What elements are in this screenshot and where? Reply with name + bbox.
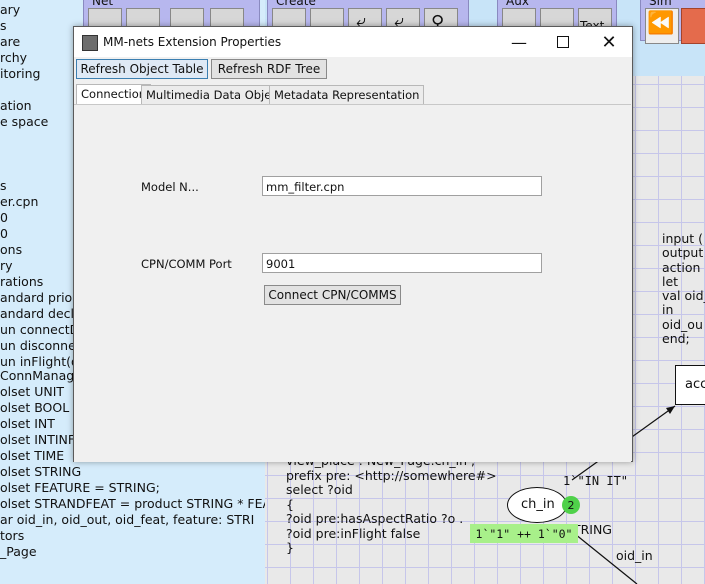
index-line[interactable]: olset BOOL xyxy=(0,400,69,416)
maximize-icon xyxy=(557,36,569,48)
index-line[interactable]: s xyxy=(0,18,7,34)
port-field[interactable]: 9001 xyxy=(262,253,542,273)
arc-label-out: oid_in xyxy=(616,548,653,563)
connect-button[interactable]: Connect CPN/COMMS xyxy=(264,285,401,305)
index-line[interactable]: olset STRING xyxy=(0,464,81,480)
token-count: 2 xyxy=(567,498,575,512)
model-field[interactable]: mm_filter.cpn xyxy=(262,176,542,196)
index-line[interactable]: ation xyxy=(0,98,32,114)
index-line[interactable]: un disconne xyxy=(0,338,76,354)
sim-palette: Sim ⏪ xyxy=(640,0,705,44)
index-line[interactable]: olset UNIT xyxy=(0,384,64,400)
index-line[interactable]: andard decla xyxy=(0,306,82,322)
index-line[interactable]: andard priori xyxy=(0,290,81,306)
refresh-object-table-button[interactable]: Refresh Object Table xyxy=(76,59,208,79)
index-line[interactable]: rations xyxy=(0,274,43,290)
token-count-badge: 2 xyxy=(562,496,580,514)
index-line[interactable]: e space xyxy=(0,114,48,130)
tool-stop[interactable] xyxy=(681,8,705,44)
port-label: CPN/COMM Port xyxy=(141,257,232,271)
properties-dialog: MM-nets Extension Properties — ✕ Refresh… xyxy=(73,26,633,462)
index-line[interactable]: ConnManage xyxy=(0,368,82,384)
aux-palette-title: Aux xyxy=(506,0,529,8)
index-line[interactable]: ons xyxy=(0,242,22,258)
place-ch-in[interactable]: ch_in xyxy=(507,487,567,523)
arrowhead xyxy=(666,406,675,414)
index-line[interactable]: tors xyxy=(0,528,24,544)
minimize-icon: — xyxy=(511,32,527,52)
index-line[interactable]: un connectD xyxy=(0,322,79,338)
index-line[interactable]: _Page xyxy=(0,544,37,560)
app-icon xyxy=(82,35,98,51)
arc-label-in: 1`"IN IT" xyxy=(563,474,629,488)
maximize-button[interactable] xyxy=(540,27,586,57)
index-line[interactable]: 0 xyxy=(0,210,8,226)
index-line[interactable]: itoring xyxy=(0,66,41,82)
index-line[interactable]: olset STRANDFEAT = product STRING * FEA xyxy=(0,496,265,512)
index-line[interactable]: ary xyxy=(0,2,20,18)
index-line[interactable]: olset TIME xyxy=(0,448,64,464)
index-line[interactable]: s xyxy=(0,178,7,194)
rewind-icon: ⏪ xyxy=(647,11,675,36)
index-line[interactable]: olset INT xyxy=(0,416,55,432)
index-line[interactable]: ar oid_in, oid_out, oid_feat, feature: S… xyxy=(0,512,254,528)
index-line[interactable]: ry xyxy=(0,258,13,274)
create-palette-title: Create xyxy=(276,0,316,8)
index-line[interactable]: olset INTINF xyxy=(0,432,75,448)
connection-panel: Model N... mm_filter.cpn CPN/COMM Port 9… xyxy=(74,104,631,462)
close-button[interactable]: ✕ xyxy=(586,27,632,57)
sim-palette-title: Sim xyxy=(649,0,672,8)
index-line[interactable]: olset FEATURE = STRING; xyxy=(0,480,160,496)
minimize-button[interactable]: — xyxy=(496,27,542,57)
marking-box: 1`"1" ++ 1`"0" xyxy=(470,524,578,543)
tab-connection[interactable]: Connection xyxy=(76,84,152,104)
place-name: ch_in xyxy=(521,497,555,512)
dialog-titlebar[interactable]: MM-nets Extension Properties — ✕ xyxy=(74,27,632,57)
index-line[interactable]: er.cpn xyxy=(0,194,38,210)
model-label: Model N... xyxy=(141,180,199,194)
close-icon: ✕ xyxy=(601,31,617,53)
tab-metadata-representation[interactable]: Metadata Representation xyxy=(269,85,425,104)
index-line[interactable]: 0 xyxy=(0,226,8,242)
tool-rewind[interactable]: ⏪ xyxy=(645,8,679,44)
marking-text: 1`"1" ++ 1`"0" xyxy=(475,526,573,541)
net-palette-title: Net xyxy=(92,0,114,8)
index-line[interactable]: are xyxy=(0,34,20,50)
dialog-title: MM-nets Extension Properties xyxy=(103,35,282,49)
refresh-rdf-tree-button[interactable]: Refresh RDF Tree xyxy=(211,59,327,79)
index-line[interactable]: rchy xyxy=(0,50,27,66)
